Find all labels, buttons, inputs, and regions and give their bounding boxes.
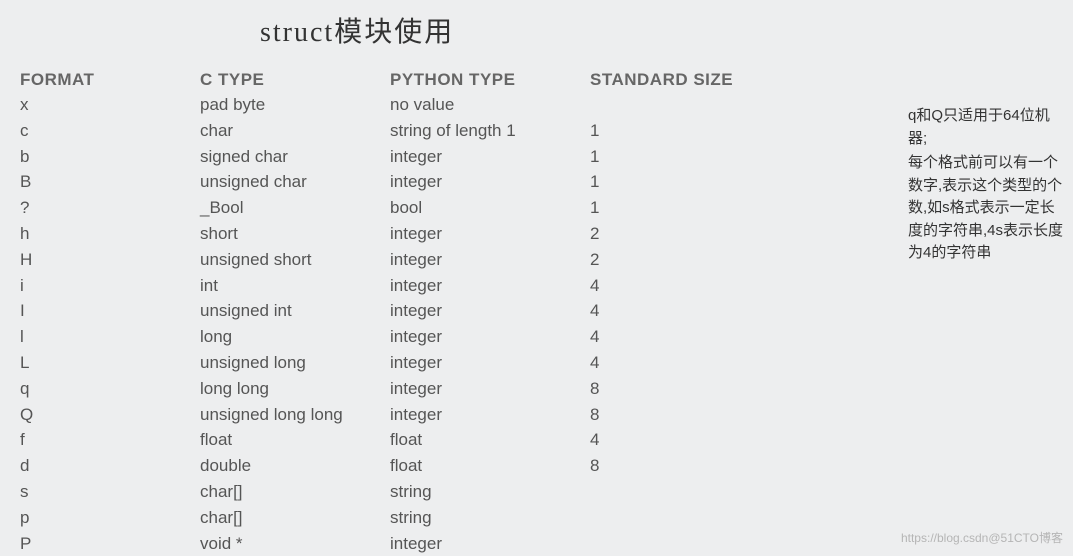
cell-ctype: signed char — [200, 144, 390, 170]
cell-format: c — [20, 118, 200, 144]
cell-ptype: integer — [390, 324, 590, 350]
cell-format: h — [20, 221, 200, 247]
cell-size: 1 — [590, 144, 770, 170]
cell-ptype: integer — [390, 376, 590, 402]
cell-size: 1 — [590, 118, 770, 144]
sidebar-notes: q和Q只适用于64位机器; 每个格式前可以有一个数字,表示这个类型的个数,如s格… — [908, 0, 1073, 556]
cell-size: 8 — [590, 453, 770, 479]
cell-size: 4 — [590, 298, 770, 324]
cell-ctype: long — [200, 324, 390, 350]
header-ptype: PYTHON TYPE — [390, 70, 590, 92]
cell-size: 4 — [590, 350, 770, 376]
cell-size — [590, 479, 770, 505]
cell-ctype: pad byte — [200, 92, 390, 118]
cell-size: 4 — [590, 324, 770, 350]
header-size: STANDARD SIZE — [590, 70, 770, 92]
cell-size: 4 — [590, 273, 770, 299]
watermark-text: https://blog.csdn@51CTO博客 — [901, 529, 1063, 546]
cell-size: 1 — [590, 169, 770, 195]
cell-ctype: unsigned long — [200, 350, 390, 376]
cell-ptype: integer — [390, 247, 590, 273]
cell-format: p — [20, 505, 200, 531]
cell-format: Q — [20, 402, 200, 428]
cell-size: 4 — [590, 427, 770, 453]
page-title: struct模块使用 — [260, 10, 908, 50]
cell-ptype: integer — [390, 169, 590, 195]
cell-ctype: int — [200, 273, 390, 299]
header-ctype: C TYPE — [200, 70, 390, 92]
cell-ptype: no value — [390, 92, 590, 118]
cell-ctype: void * — [200, 531, 390, 556]
cell-format: L — [20, 350, 200, 376]
cell-format: l — [20, 324, 200, 350]
cell-ptype: string — [390, 505, 590, 531]
cell-size: 2 — [590, 247, 770, 273]
cell-size: 1 — [590, 195, 770, 221]
cell-format: d — [20, 453, 200, 479]
cell-size — [590, 92, 770, 118]
cell-ctype: char — [200, 118, 390, 144]
cell-ptype: integer — [390, 273, 590, 299]
cell-format: b — [20, 144, 200, 170]
cell-format: H — [20, 247, 200, 273]
cell-ctype: char[] — [200, 479, 390, 505]
cell-ctype: unsigned short — [200, 247, 390, 273]
cell-ctype: long long — [200, 376, 390, 402]
cell-ptype: integer — [390, 402, 590, 428]
cell-ptype: float — [390, 453, 590, 479]
cell-ptype: integer — [390, 350, 590, 376]
cell-ptype: string of length 1 — [390, 118, 590, 144]
cell-ptype: integer — [390, 221, 590, 247]
cell-ctype: _Bool — [200, 195, 390, 221]
cell-ctype: float — [200, 427, 390, 453]
cell-ptype: string — [390, 479, 590, 505]
cell-ctype: char[] — [200, 505, 390, 531]
cell-ctype: double — [200, 453, 390, 479]
note-1: q和Q只适用于64位机器; — [908, 105, 1063, 150]
cell-format: s — [20, 479, 200, 505]
cell-format: f — [20, 427, 200, 453]
cell-ptype: integer — [390, 298, 590, 324]
cell-format: P — [20, 531, 200, 556]
cell-format: I — [20, 298, 200, 324]
cell-size: 8 — [590, 402, 770, 428]
cell-ptype: integer — [390, 531, 590, 556]
cell-ctype: unsigned long long — [200, 402, 390, 428]
cell-format: x — [20, 92, 200, 118]
cell-format: i — [20, 273, 200, 299]
cell-size — [590, 531, 770, 556]
cell-ctype: short — [200, 221, 390, 247]
cell-size: 8 — [590, 376, 770, 402]
cell-ptype: integer — [390, 144, 590, 170]
cell-format: q — [20, 376, 200, 402]
cell-ptype: bool — [390, 195, 590, 221]
format-table: FORMAT C TYPE PYTHON TYPE STANDARD SIZE … — [20, 70, 908, 556]
header-format: FORMAT — [20, 70, 200, 92]
cell-ptype: float — [390, 427, 590, 453]
cell-ctype: unsigned int — [200, 298, 390, 324]
cell-format: B — [20, 169, 200, 195]
cell-format: ? — [20, 195, 200, 221]
cell-ctype: unsigned char — [200, 169, 390, 195]
cell-size: 2 — [590, 221, 770, 247]
note-2: 每个格式前可以有一个数字,表示这个类型的个数,如s格式表示一定长度的字符串,4s… — [908, 152, 1063, 265]
cell-size — [590, 505, 770, 531]
